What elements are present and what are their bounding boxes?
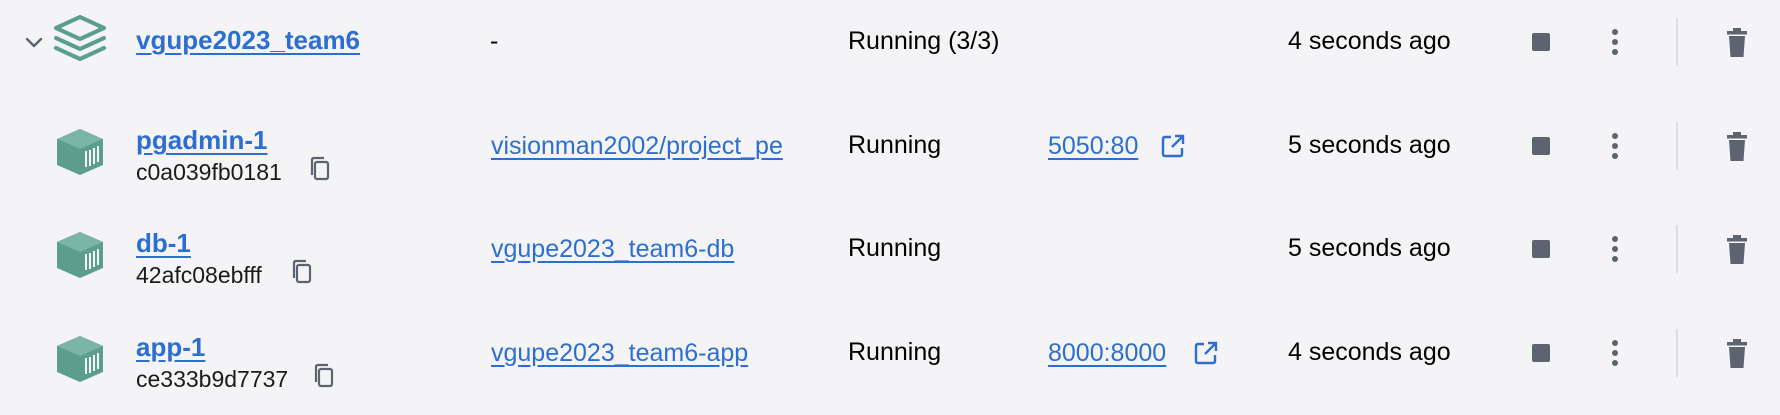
group-last-started: 4 seconds ago	[1288, 27, 1451, 55]
stop-button[interactable]	[1530, 238, 1552, 260]
containers-table: vgupe2023_team6 - Running (3/3) 4 second…	[0, 0, 1780, 402]
container-last-started: 5 seconds ago	[1288, 234, 1451, 262]
port-link[interactable]: 8000:8000	[1048, 339, 1166, 368]
stack-icon	[54, 15, 106, 61]
container-id: c0a039fb0181	[136, 159, 282, 185]
copy-icon[interactable]	[290, 259, 314, 285]
container-row[interactable]: pgadmin-1 c0a039fb0181 visionman2002/pro…	[0, 104, 1780, 208]
trash-icon[interactable]	[1724, 234, 1750, 266]
container-name-link[interactable]: db-1	[136, 228, 191, 259]
container-row[interactable]: db-1 42afc08ebfff vgupe2023_team6-db Run…	[0, 207, 1780, 311]
container-id: ce333b9d7737	[136, 366, 289, 392]
copy-icon[interactable]	[308, 156, 332, 182]
stop-icon	[1532, 33, 1550, 51]
stop-button[interactable]	[1530, 135, 1552, 157]
more-vertical-icon[interactable]	[1603, 26, 1627, 58]
port-link[interactable]: 5050:80	[1048, 132, 1138, 161]
group-status: Running (3/3)	[848, 27, 1000, 55]
stop-icon	[1532, 137, 1550, 155]
divider	[1676, 18, 1678, 66]
container-last-started: 5 seconds ago	[1288, 131, 1451, 159]
divider	[1676, 329, 1678, 377]
trash-icon[interactable]	[1724, 131, 1750, 163]
chevron-down-icon[interactable]	[22, 30, 46, 54]
stop-icon	[1532, 344, 1550, 362]
trash-icon[interactable]	[1724, 338, 1750, 370]
container-status: Running	[848, 234, 942, 262]
group-image: -	[490, 27, 499, 55]
container-icon	[57, 129, 103, 175]
container-icon	[57, 232, 103, 278]
stop-button[interactable]	[1530, 342, 1552, 364]
container-status: Running	[848, 131, 942, 159]
external-link-icon[interactable]	[1160, 133, 1186, 159]
compose-group-row[interactable]: vgupe2023_team6 - Running (3/3) 4 second…	[0, 0, 1780, 104]
image-link[interactable]: visionman2002/project_pe	[491, 132, 833, 161]
more-vertical-icon[interactable]	[1603, 337, 1627, 369]
container-icon	[57, 336, 103, 382]
more-vertical-icon[interactable]	[1603, 130, 1627, 162]
container-status: Running	[848, 338, 942, 366]
container-name-link[interactable]: pgadmin-1	[136, 125, 267, 156]
container-last-started: 4 seconds ago	[1288, 338, 1451, 366]
image-link[interactable]: vgupe2023_team6-db	[491, 235, 833, 264]
external-link-icon[interactable]	[1193, 340, 1219, 366]
container-row[interactable]: app-1 ce333b9d7737 vgupe2023_team6-app R…	[0, 311, 1780, 415]
container-id: 42afc08ebfff	[136, 262, 262, 288]
image-link[interactable]: vgupe2023_team6-app	[491, 339, 833, 368]
more-vertical-icon[interactable]	[1603, 233, 1627, 265]
trash-icon[interactable]	[1724, 27, 1750, 59]
container-name-link[interactable]: app-1	[136, 332, 205, 363]
group-name-link[interactable]: vgupe2023_team6	[136, 25, 360, 56]
stop-button[interactable]	[1530, 31, 1552, 53]
copy-icon[interactable]	[312, 363, 336, 389]
divider	[1676, 225, 1678, 273]
divider	[1676, 122, 1678, 170]
stop-icon	[1532, 240, 1550, 258]
